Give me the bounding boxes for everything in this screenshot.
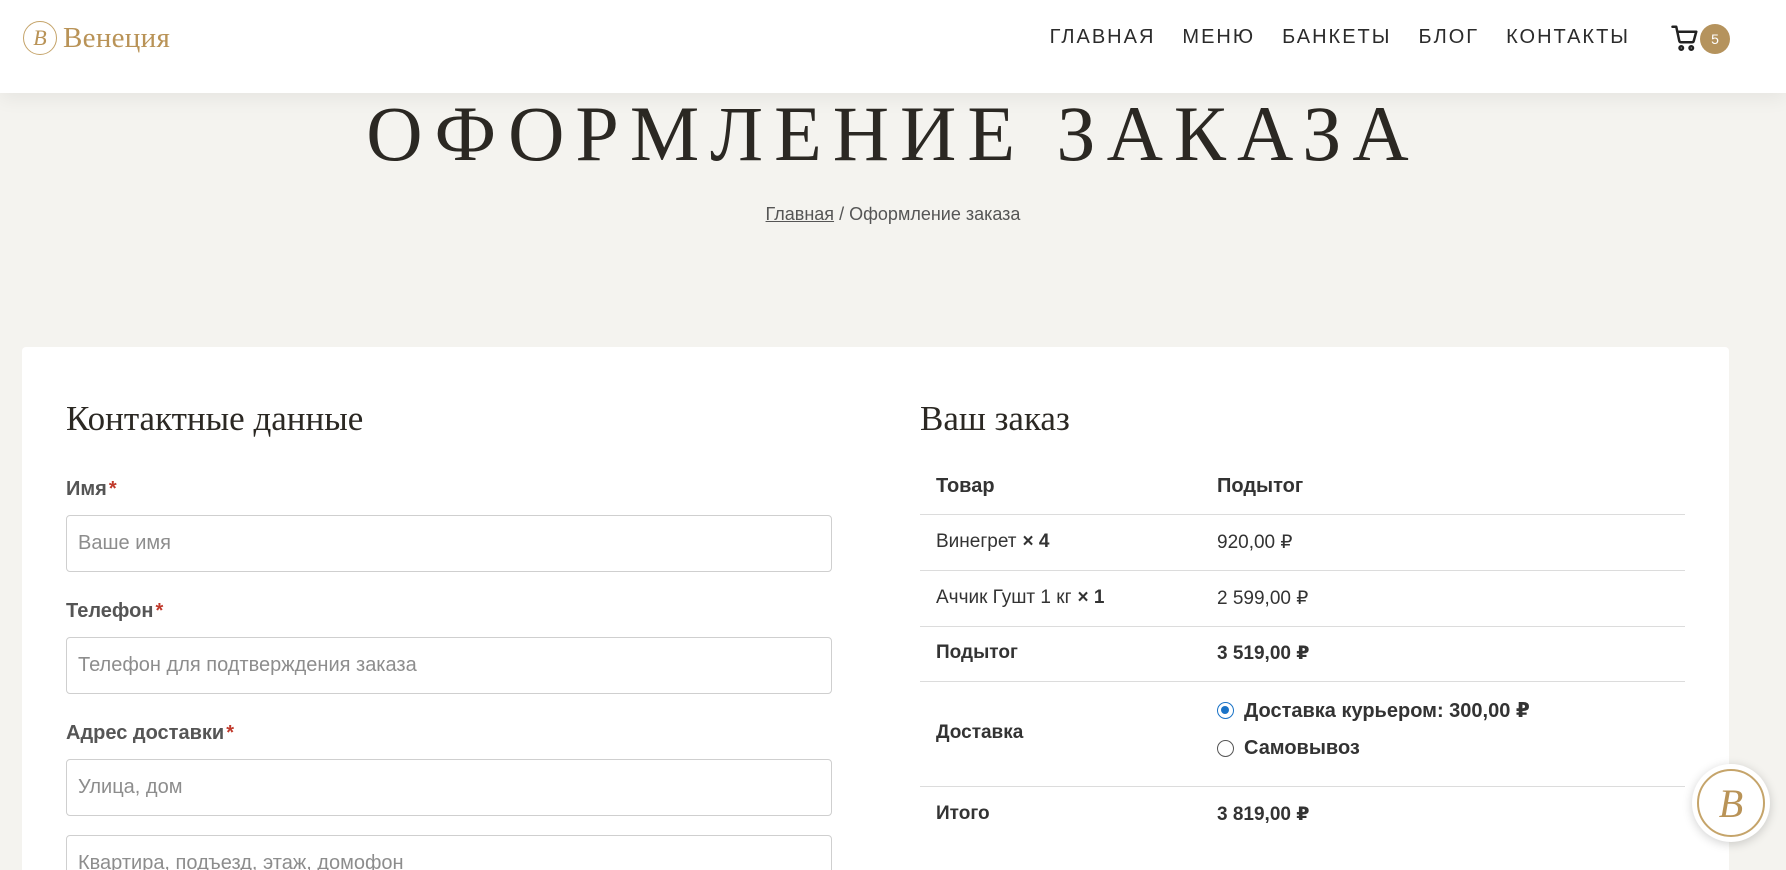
radio-pickup[interactable] [1217, 740, 1234, 757]
table-row: Аччик Гушт 1 кг × 1 2 599,00 ₽ [920, 571, 1685, 627]
shipping-label: Доставка [936, 722, 1024, 743]
shipping-option-label: Доставка курьером: 300,00 ₽ [1244, 700, 1530, 722]
shipping-option-label: Самовывоз [1244, 737, 1360, 759]
floating-brand-button[interactable]: B [1692, 764, 1770, 842]
item-price: 920,00 ₽ [1217, 532, 1293, 553]
street-input[interactable] [66, 759, 832, 816]
radio-courier[interactable] [1217, 702, 1234, 719]
nav-item-menu[interactable]: МЕНЮ [1182, 24, 1255, 50]
site-header: B Венеция ГЛАВНАЯ МЕНЮ БАНКЕТЫ БЛОГ КОНТ… [0, 0, 1786, 93]
breadcrumb-current: Оформление заказа [849, 204, 1021, 224]
required-mark: * [155, 600, 164, 622]
apartment-input[interactable] [66, 835, 832, 870]
address-label: Адрес доставки * [66, 722, 234, 745]
cart-button[interactable]: 5 [1670, 22, 1730, 56]
address-label-text: Адрес доставки [66, 722, 225, 744]
item-name: Винегрет × 4 [936, 531, 1049, 553]
total-value: 3 819,00 ₽ [1217, 804, 1310, 825]
name-label-text: Имя [66, 478, 107, 500]
logo[interactable]: B Венеция [23, 19, 170, 57]
checkout-card: Контактные данные Имя* Телефон* Адрес до… [22, 347, 1729, 870]
breadcrumb-home-link[interactable]: Главная [766, 204, 835, 224]
item-qty: × 4 [1022, 531, 1050, 552]
nav-item-banquets[interactable]: БАНКЕТЫ [1282, 24, 1391, 50]
required-mark: * [108, 478, 117, 500]
table-row: Винегрет × 4 920,00 ₽ [920, 515, 1685, 571]
item-name-text: Аччик Гушт 1 кг [936, 587, 1072, 608]
name-label: Имя * [66, 478, 117, 501]
logo-text: Венеция [63, 21, 171, 54]
phone-label-text: Телефон [66, 600, 154, 622]
shipping-option-pickup[interactable]: Самовывоз [1217, 737, 1360, 760]
total-label: Итого [936, 803, 990, 824]
total-row: Итого 3 819,00 ₽ [920, 787, 1685, 843]
shipping-option-courier[interactable]: Доставка курьером: 300,00 ₽ [1217, 698, 1530, 723]
subtotal-label: Подытог [936, 642, 1018, 663]
phone-label: Телефон * [66, 600, 163, 623]
contact-section-title: Контактные данные [66, 399, 364, 438]
item-name: Аччик Гушт 1 кг × 1 [936, 587, 1104, 609]
nav-item-blog[interactable]: БЛОГ [1418, 24, 1479, 50]
order-table: Товар Подытог Винегрет × 4 920,00 ₽ Аччик… [920, 460, 1685, 843]
breadcrumb-separator: / [839, 204, 845, 224]
item-name-text: Винегрет [936, 531, 1017, 552]
main-nav: ГЛАВНАЯ МЕНЮ БАНКЕТЫ БЛОГ КОНТАКТЫ [1050, 24, 1630, 50]
order-table-header: Товар Подытог [920, 460, 1685, 515]
item-qty: × 1 [1077, 587, 1105, 608]
subtotal-row: Подытог 3 519,00 ₽ [920, 627, 1685, 682]
phone-input[interactable] [66, 637, 832, 694]
nav-item-contacts[interactable]: КОНТАКТЫ [1506, 24, 1630, 50]
order-section-title: Ваш заказ [920, 399, 1070, 438]
item-price: 2 599,00 ₽ [1217, 588, 1309, 609]
brand-badge-icon: B [1697, 769, 1765, 837]
nav-item-home[interactable]: ГЛАВНАЯ [1050, 24, 1156, 50]
page-title: ОФОРМЛЕНИЕ ЗАКАЗА [366, 90, 1420, 177]
subtotal-value: 3 519,00 ₽ [1217, 643, 1310, 664]
breadcrumb: Главная / Оформление заказа [0, 204, 1786, 225]
shipping-row: Доставка Доставка курьером: 300,00 ₽ Сам… [920, 682, 1685, 787]
required-mark: * [226, 722, 234, 744]
col-product-header: Товар [936, 475, 995, 497]
logo-mark: B [23, 21, 57, 55]
cart-icon [1671, 25, 1698, 52]
name-input[interactable] [66, 515, 832, 572]
col-subtotal-header: Подытог [1217, 475, 1304, 497]
cart-count-badge: 5 [1700, 24, 1730, 54]
